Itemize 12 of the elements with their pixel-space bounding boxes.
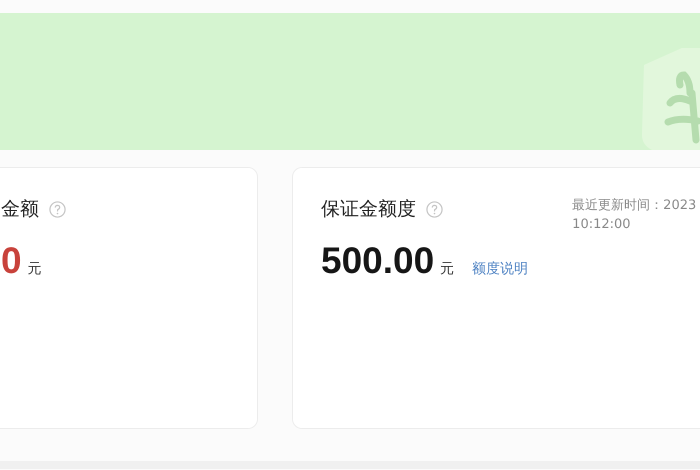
currency-unit: 元 <box>28 260 42 278</box>
update-time-text: 10:12:00 <box>572 216 632 234</box>
amount-value: 500.00 <box>321 240 434 282</box>
update-time-text: 最近更新时间：2023 <box>572 197 696 215</box>
help-icon[interactable] <box>426 200 443 218</box>
amount-value: 0 <box>1 240 22 282</box>
help-icon[interactable] <box>49 200 66 218</box>
quota-info-link[interactable]: 额度说明 <box>472 260 528 278</box>
card-title: 保证金额度 <box>321 197 416 222</box>
sprout-badge-icon <box>640 45 700 150</box>
card-title: 金额 <box>1 197 39 222</box>
currency-unit: 元 <box>440 260 454 278</box>
